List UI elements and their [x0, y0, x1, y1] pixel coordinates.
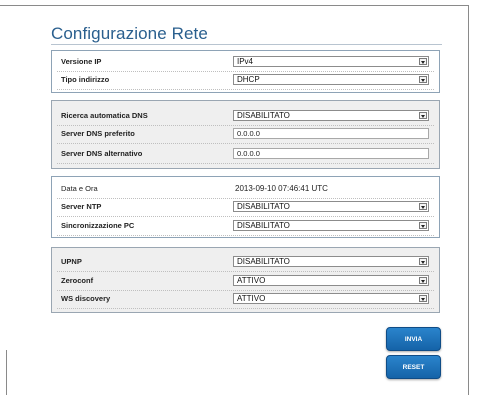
- zeroconf-select[interactable]: ATTIVO: [233, 275, 429, 286]
- dns-auto-row: Ricerca automatica DNS DISABILITATO: [57, 107, 434, 126]
- chevron-down-icon[interactable]: [419, 222, 427, 229]
- address-type-value: DHCP: [237, 75, 260, 84]
- dns-alternate-label: Server DNS alternativo: [61, 149, 143, 158]
- ws-discovery-value: ATTIVO: [237, 294, 266, 303]
- ip-version-row: Versione IP IPv4: [57, 53, 434, 72]
- dns-alternate-input[interactable]: 0.0.0.0: [233, 148, 429, 159]
- upnp-value: DISABILITATO: [237, 257, 290, 266]
- pc-sync-select[interactable]: DISABILITATO: [233, 220, 429, 231]
- upnp-select[interactable]: DISABILITATO: [233, 256, 429, 267]
- zeroconf-label: Zeroconf: [61, 276, 94, 285]
- ntp-select[interactable]: DISABILITATO: [233, 201, 429, 212]
- chevron-down-icon[interactable]: [419, 295, 427, 302]
- ntp-label: Server NTP: [61, 202, 102, 211]
- ip-settings-panel: Versione IP IPv4 Tipo indirizzo DHCP: [51, 50, 440, 93]
- upnp-row: UPNP DISABILITATO: [57, 253, 434, 272]
- chevron-down-icon[interactable]: [419, 112, 427, 119]
- chevron-down-icon[interactable]: [419, 258, 427, 265]
- dns-auto-label: Ricerca automatica DNS: [61, 111, 148, 120]
- dns-auto-value: DISABILITATO: [237, 111, 290, 120]
- frame-left-border: [6, 350, 7, 395]
- dns-alternate-value: 0.0.0.0: [237, 149, 260, 158]
- ws-discovery-select[interactable]: ATTIVO: [233, 293, 429, 304]
- ip-version-label: Versione IP: [61, 57, 102, 66]
- ntp-row: Server NTP DISABILITATO: [57, 198, 434, 217]
- upnp-label: UPNP: [61, 257, 82, 266]
- ws-discovery-row: WS discovery ATTIVO: [57, 290, 434, 309]
- ip-version-select[interactable]: IPv4: [233, 56, 429, 67]
- reset-button[interactable]: RESET: [386, 355, 441, 379]
- ws-discovery-label: WS discovery: [61, 294, 111, 303]
- title-divider: [51, 44, 442, 45]
- send-button[interactable]: INVIA: [386, 327, 441, 351]
- page-title: Configurazione Rete: [51, 24, 208, 43]
- dns-preferred-input[interactable]: 0.0.0.0: [233, 128, 429, 139]
- time-settings-panel: Data e Ora 2013-09-10 07:46:41 UTC Serve…: [51, 176, 440, 238]
- address-type-label: Tipo indirizzo: [61, 75, 110, 84]
- chevron-down-icon[interactable]: [419, 76, 427, 83]
- pc-sync-row: Sincronizzazione PC DISABILITATO: [57, 217, 434, 236]
- address-type-row: Tipo indirizzo DHCP: [57, 71, 434, 90]
- datetime-row: Data e Ora 2013-09-10 07:46:41 UTC: [57, 180, 434, 199]
- zeroconf-row: Zeroconf ATTIVO: [57, 272, 434, 291]
- zeroconf-value: ATTIVO: [237, 276, 266, 285]
- address-type-select[interactable]: DHCP: [233, 74, 429, 85]
- dns-preferred-row: Server DNS preferito 0.0.0.0: [57, 125, 434, 144]
- frame-top-border: [0, 5, 468, 6]
- pc-sync-label: Sincronizzazione PC: [61, 221, 135, 230]
- chevron-down-icon[interactable]: [419, 277, 427, 284]
- chevron-down-icon[interactable]: [419, 203, 427, 210]
- datetime-value: 2013-09-10 07:46:41 UTC: [235, 184, 328, 193]
- ip-version-value: IPv4: [237, 57, 254, 66]
- discovery-settings-panel: UPNP DISABILITATO Zeroconf ATTIVO WS dis…: [51, 247, 440, 313]
- pc-sync-value: DISABILITATO: [237, 221, 290, 230]
- dns-settings-panel: Ricerca automatica DNS DISABILITATO Serv…: [51, 100, 440, 169]
- dns-alternate-row: Server DNS alternativo 0.0.0.0: [57, 145, 434, 164]
- dns-preferred-value: 0.0.0.0: [237, 129, 260, 138]
- dns-preferred-label: Server DNS preferito: [61, 129, 135, 138]
- chevron-down-icon[interactable]: [419, 58, 427, 65]
- datetime-label: Data e Ora: [61, 184, 98, 193]
- dns-auto-select[interactable]: DISABILITATO: [233, 110, 429, 121]
- ntp-value: DISABILITATO: [237, 202, 290, 211]
- frame-right-border: [468, 5, 469, 395]
